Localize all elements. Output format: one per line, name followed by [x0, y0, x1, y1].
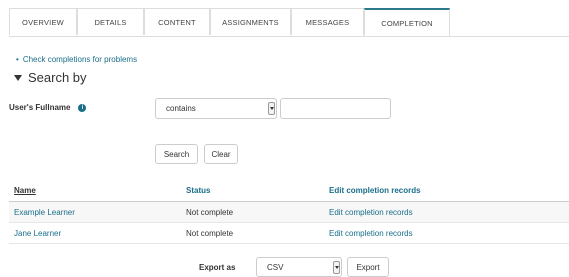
info-icon[interactable]: i — [78, 103, 87, 112]
tab-assignments[interactable]: ASSIGNMENTS — [210, 8, 291, 35]
export-format-select[interactable]: CSV — [256, 257, 342, 277]
edit-completion-link[interactable]: Edit completion records — [329, 208, 413, 217]
tab-messages[interactable]: MESSAGES — [291, 8, 364, 35]
results-table: Name Status Edit completion records Exam… — [9, 183, 569, 244]
search-by-heading: Search by — [28, 70, 87, 85]
operator-select[interactable]: contains — [155, 98, 277, 119]
clear-button[interactable]: Clear — [204, 144, 238, 164]
edit-completion-link[interactable]: Edit completion records — [329, 229, 413, 238]
chevron-down-icon — [268, 102, 275, 115]
check-problems-link[interactable]: Check completions for problems — [23, 55, 137, 64]
search-by-toggle[interactable]: Search by — [14, 70, 87, 85]
completion-status: Not complete — [186, 208, 234, 217]
table-header: Name Status Edit completion records — [9, 183, 569, 202]
learner-name-link[interactable]: Jane Learner — [14, 229, 61, 238]
search-button[interactable]: Search — [155, 144, 198, 164]
learner-name-link[interactable]: Example Learner — [14, 208, 75, 217]
tab-bar: OVERVIEW DETAILS CONTENT ASSIGNMENTS MES… — [9, 8, 569, 37]
chevron-down-icon — [333, 261, 340, 274]
tab-overview[interactable]: OVERVIEW — [9, 8, 77, 35]
operator-select-value: contains — [166, 104, 196, 113]
tab-completion[interactable]: COMPLETION — [364, 8, 450, 36]
tab-details[interactable]: DETAILS — [77, 8, 144, 35]
check-problems-item: • Check completions for problems — [16, 55, 137, 64]
fullname-filter-label: User's Fullname i — [9, 103, 87, 112]
export-button[interactable]: Export — [347, 257, 389, 277]
column-header-name[interactable]: Name — [14, 186, 36, 195]
tab-content[interactable]: CONTENT — [144, 8, 210, 35]
completion-status: Not complete — [186, 229, 234, 238]
export-format-value: CSV — [267, 262, 284, 272]
bullet-icon: • — [16, 55, 19, 64]
table-row: Jane Learner Not complete Edit completio… — [9, 223, 569, 244]
column-header-status[interactable]: Status — [186, 186, 210, 195]
export-as-label: Export as — [199, 263, 236, 272]
column-header-edit[interactable]: Edit completion records — [329, 186, 421, 195]
fullname-label-text: User's Fullname — [9, 103, 71, 112]
table-row: Example Learner Not complete Edit comple… — [9, 202, 569, 223]
caret-down-icon — [14, 74, 22, 81]
fullname-search-input[interactable] — [280, 98, 391, 119]
